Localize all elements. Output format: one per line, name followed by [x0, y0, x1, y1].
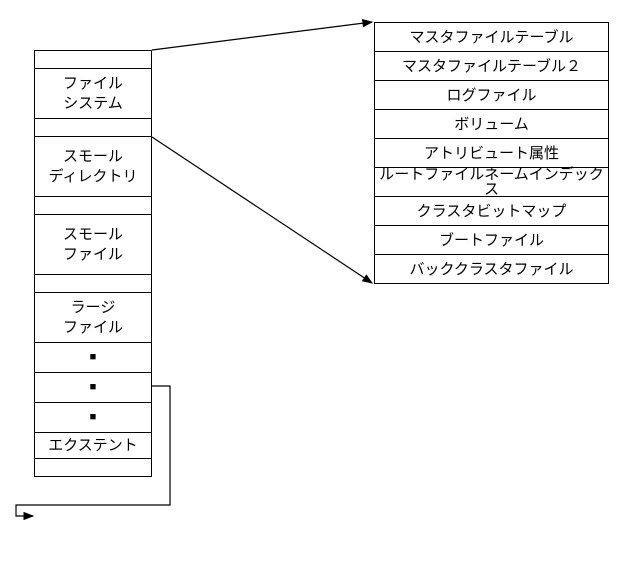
cell-extent: エクステント — [35, 433, 151, 459]
cell-root-filename-index: ルートファイルネームインデックス — [375, 168, 608, 197]
cell-volume: ボリューム — [375, 110, 608, 139]
cell-master-file-table-2: マスタファイルテーブル２ — [375, 52, 608, 81]
connector-bottom — [152, 137, 372, 283]
cell-line: ファイル — [63, 318, 123, 338]
dot-icon: ■ — [90, 350, 97, 364]
cell-line: スモール — [63, 225, 123, 245]
cell-large-file: ラージ ファイル — [35, 293, 151, 343]
dot-icon: ■ — [90, 410, 97, 424]
cell-spacer — [35, 275, 151, 293]
cell-small-file: スモール ファイル — [35, 215, 151, 275]
cell-line: システム — [63, 94, 123, 114]
connector-top — [152, 22, 372, 50]
cell-dot: ■ — [35, 373, 151, 403]
cell-spacer — [35, 119, 151, 137]
cell-dot: ■ — [35, 403, 151, 433]
cell-back-cluster-file: バッククラスタファイル — [375, 255, 608, 284]
cell-line: ラージ — [71, 298, 116, 318]
cell-attribute: アトリビュート属性 — [375, 139, 608, 168]
cell-cluster-bitmap: クラスタビットマップ — [375, 197, 608, 226]
cell-boot-file: ブートファイル — [375, 226, 608, 255]
cell-line: スモール — [63, 147, 123, 167]
cell-line: エクステント — [48, 436, 138, 456]
cell-line: ファイル — [63, 74, 123, 94]
connector-extent-loop — [16, 505, 34, 516]
cell-dot: ■ — [35, 343, 151, 373]
cell-file-system: ファイル システム — [35, 69, 151, 119]
dot-icon: ■ — [90, 380, 97, 394]
cell-spacer — [35, 51, 151, 69]
right-detail-list: マスタファイルテーブル マスタファイルテーブル２ ログファイル ボリューム アト… — [374, 22, 609, 284]
left-structure-list: ファイル システム スモール ディレクトリ スモール ファイル ラージ ファイル… — [34, 50, 152, 477]
cell-line: ファイル — [63, 245, 123, 265]
cell-spacer — [35, 197, 151, 215]
cell-master-file-table: マスタファイルテーブル — [375, 23, 608, 52]
cell-log-file: ログファイル — [375, 81, 608, 110]
cell-line: ディレクトリ — [49, 167, 138, 187]
cell-small-directory: スモール ディレクトリ — [35, 137, 151, 197]
cell-spacer — [35, 459, 151, 477]
